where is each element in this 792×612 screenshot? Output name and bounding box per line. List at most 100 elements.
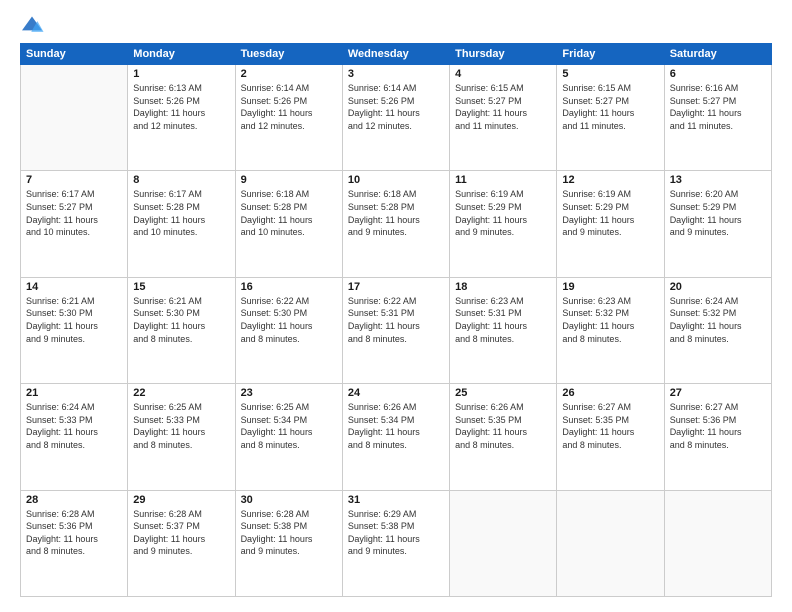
weekday-header-monday: Monday bbox=[128, 44, 235, 65]
day-info: Sunrise: 6:17 AM Sunset: 5:28 PM Dayligh… bbox=[133, 188, 229, 238]
day-info: Sunrise: 6:15 AM Sunset: 5:27 PM Dayligh… bbox=[562, 82, 658, 132]
day-number: 6 bbox=[670, 68, 766, 80]
day-info: Sunrise: 6:16 AM Sunset: 5:27 PM Dayligh… bbox=[670, 82, 766, 132]
day-info: Sunrise: 6:19 AM Sunset: 5:29 PM Dayligh… bbox=[562, 188, 658, 238]
day-info: Sunrise: 6:23 AM Sunset: 5:32 PM Dayligh… bbox=[562, 295, 658, 345]
calendar-cell: 7Sunrise: 6:17 AM Sunset: 5:27 PM Daylig… bbox=[21, 171, 128, 277]
day-info: Sunrise: 6:28 AM Sunset: 5:38 PM Dayligh… bbox=[241, 508, 337, 558]
day-info: Sunrise: 6:27 AM Sunset: 5:36 PM Dayligh… bbox=[670, 401, 766, 451]
day-number: 15 bbox=[133, 281, 229, 293]
day-number: 29 bbox=[133, 494, 229, 506]
day-info: Sunrise: 6:28 AM Sunset: 5:37 PM Dayligh… bbox=[133, 508, 229, 558]
day-number: 2 bbox=[241, 68, 337, 80]
day-number: 26 bbox=[562, 387, 658, 399]
day-number: 14 bbox=[26, 281, 122, 293]
calendar-cell: 6 Sunrise: 6:16 AM Sunset: 5:27 PM Daylig… bbox=[664, 65, 771, 171]
day-number: 23 bbox=[241, 387, 337, 399]
week-row-5: 28Sunrise: 6:28 AM Sunset: 5:36 PM Dayli… bbox=[21, 490, 772, 596]
calendar-cell: 12Sunrise: 6:19 AM Sunset: 5:29 PM Dayli… bbox=[557, 171, 664, 277]
day-info: Sunrise: 6:21 AM Sunset: 5:30 PM Dayligh… bbox=[133, 295, 229, 345]
page: SundayMondayTuesdayWednesdayThursdayFrid… bbox=[0, 0, 792, 612]
day-number: 11 bbox=[455, 174, 551, 186]
day-info: Sunrise: 6:29 AM Sunset: 5:38 PM Dayligh… bbox=[348, 508, 444, 558]
calendar-cell: 22Sunrise: 6:25 AM Sunset: 5:33 PM Dayli… bbox=[128, 384, 235, 490]
weekday-header-row: SundayMondayTuesdayWednesdayThursdayFrid… bbox=[21, 44, 772, 65]
weekday-header-saturday: Saturday bbox=[664, 44, 771, 65]
day-info: Sunrise: 6:13 AM Sunset: 5:26 PM Dayligh… bbox=[133, 82, 229, 132]
day-number: 27 bbox=[670, 387, 766, 399]
calendar-cell bbox=[557, 490, 664, 596]
calendar-cell: 17 Sunrise: 6:22 AM Sunset: 5:31 PM Dayli… bbox=[342, 277, 449, 383]
calendar-cell: 28Sunrise: 6:28 AM Sunset: 5:36 PM Dayli… bbox=[21, 490, 128, 596]
calendar-cell: 19 Sunrise: 6:23 AM Sunset: 5:32 PM Dayli… bbox=[557, 277, 664, 383]
day-info: Sunrise: 6:24 AM Sunset: 5:33 PM Dayligh… bbox=[26, 401, 122, 451]
day-number: 3 bbox=[348, 68, 444, 80]
weekday-header-tuesday: Tuesday bbox=[235, 44, 342, 65]
day-number: 16 bbox=[241, 281, 337, 293]
calendar-table: SundayMondayTuesdayWednesdayThursdayFrid… bbox=[20, 43, 772, 597]
calendar-cell: 5Sunrise: 6:15 AM Sunset: 5:27 PM Daylig… bbox=[557, 65, 664, 171]
calendar-cell: 27 Sunrise: 6:27 AM Sunset: 5:36 PM Dayli… bbox=[664, 384, 771, 490]
day-number: 9 bbox=[241, 174, 337, 186]
calendar-cell: 24 Sunrise: 6:26 AM Sunset: 5:34 PM Dayli… bbox=[342, 384, 449, 490]
day-number: 21 bbox=[26, 387, 122, 399]
logo-icon bbox=[20, 15, 44, 35]
calendar-cell: 2 Sunrise: 6:14 AM Sunset: 5:26 PM Daylig… bbox=[235, 65, 342, 171]
calendar-cell: 8 Sunrise: 6:17 AM Sunset: 5:28 PM Daylig… bbox=[128, 171, 235, 277]
weekday-header-wednesday: Wednesday bbox=[342, 44, 449, 65]
day-number: 19 bbox=[562, 281, 658, 293]
day-info: Sunrise: 6:28 AM Sunset: 5:36 PM Dayligh… bbox=[26, 508, 122, 558]
calendar-cell: 16 Sunrise: 6:22 AM Sunset: 5:30 PM Dayli… bbox=[235, 277, 342, 383]
calendar-cell: 4 Sunrise: 6:15 AM Sunset: 5:27 PM Daylig… bbox=[450, 65, 557, 171]
weekday-header-thursday: Thursday bbox=[450, 44, 557, 65]
calendar-cell bbox=[21, 65, 128, 171]
day-info: Sunrise: 6:22 AM Sunset: 5:31 PM Dayligh… bbox=[348, 295, 444, 345]
day-info: Sunrise: 6:19 AM Sunset: 5:29 PM Dayligh… bbox=[455, 188, 551, 238]
day-number: 30 bbox=[241, 494, 337, 506]
weekday-header-sunday: Sunday bbox=[21, 44, 128, 65]
weekday-header-friday: Friday bbox=[557, 44, 664, 65]
calendar-cell: 11 Sunrise: 6:19 AM Sunset: 5:29 PM Dayli… bbox=[450, 171, 557, 277]
day-info: Sunrise: 6:25 AM Sunset: 5:34 PM Dayligh… bbox=[241, 401, 337, 451]
week-row-4: 21 Sunrise: 6:24 AM Sunset: 5:33 PM Dayli… bbox=[21, 384, 772, 490]
day-number: 25 bbox=[455, 387, 551, 399]
day-info: Sunrise: 6:18 AM Sunset: 5:28 PM Dayligh… bbox=[241, 188, 337, 238]
day-info: Sunrise: 6:15 AM Sunset: 5:27 PM Dayligh… bbox=[455, 82, 551, 132]
day-number: 8 bbox=[133, 174, 229, 186]
day-info: Sunrise: 6:14 AM Sunset: 5:26 PM Dayligh… bbox=[348, 82, 444, 132]
calendar-cell: 26 Sunrise: 6:27 AM Sunset: 5:35 PM Dayli… bbox=[557, 384, 664, 490]
calendar-cell: 20 Sunrise: 6:24 AM Sunset: 5:32 PM Dayli… bbox=[664, 277, 771, 383]
calendar-cell: 18Sunrise: 6:23 AM Sunset: 5:31 PM Dayli… bbox=[450, 277, 557, 383]
day-number: 17 bbox=[348, 281, 444, 293]
day-number: 13 bbox=[670, 174, 766, 186]
calendar-cell: 14 Sunrise: 6:21 AM Sunset: 5:30 PM Dayli… bbox=[21, 277, 128, 383]
calendar-cell: 13Sunrise: 6:20 AM Sunset: 5:29 PM Dayli… bbox=[664, 171, 771, 277]
day-number: 31 bbox=[348, 494, 444, 506]
calendar-cell: 25 Sunrise: 6:26 AM Sunset: 5:35 PM Dayli… bbox=[450, 384, 557, 490]
day-info: Sunrise: 6:27 AM Sunset: 5:35 PM Dayligh… bbox=[562, 401, 658, 451]
calendar-cell: 3 Sunrise: 6:14 AM Sunset: 5:26 PM Daylig… bbox=[342, 65, 449, 171]
day-number: 10 bbox=[348, 174, 444, 186]
day-number: 1 bbox=[133, 68, 229, 80]
day-info: Sunrise: 6:26 AM Sunset: 5:35 PM Dayligh… bbox=[455, 401, 551, 451]
day-info: Sunrise: 6:25 AM Sunset: 5:33 PM Dayligh… bbox=[133, 401, 229, 451]
day-number: 18 bbox=[455, 281, 551, 293]
day-number: 24 bbox=[348, 387, 444, 399]
day-info: Sunrise: 6:22 AM Sunset: 5:30 PM Dayligh… bbox=[241, 295, 337, 345]
week-row-1: 1 Sunrise: 6:13 AM Sunset: 5:26 PM Daylig… bbox=[21, 65, 772, 171]
calendar-cell: 10 Sunrise: 6:18 AM Sunset: 5:28 PM Dayli… bbox=[342, 171, 449, 277]
calendar-cell: 9 Sunrise: 6:18 AM Sunset: 5:28 PM Daylig… bbox=[235, 171, 342, 277]
logo bbox=[20, 15, 48, 35]
calendar-cell: 1 Sunrise: 6:13 AM Sunset: 5:26 PM Daylig… bbox=[128, 65, 235, 171]
calendar-cell: 30 Sunrise: 6:28 AM Sunset: 5:38 PM Dayli… bbox=[235, 490, 342, 596]
calendar-cell: 31 Sunrise: 6:29 AM Sunset: 5:38 PM Dayli… bbox=[342, 490, 449, 596]
header bbox=[20, 15, 772, 35]
day-info: Sunrise: 6:14 AM Sunset: 5:26 PM Dayligh… bbox=[241, 82, 337, 132]
day-number: 20 bbox=[670, 281, 766, 293]
calendar-cell: 15 Sunrise: 6:21 AM Sunset: 5:30 PM Dayli… bbox=[128, 277, 235, 383]
day-info: Sunrise: 6:24 AM Sunset: 5:32 PM Dayligh… bbox=[670, 295, 766, 345]
day-info: Sunrise: 6:26 AM Sunset: 5:34 PM Dayligh… bbox=[348, 401, 444, 451]
day-info: Sunrise: 6:21 AM Sunset: 5:30 PM Dayligh… bbox=[26, 295, 122, 345]
day-number: 4 bbox=[455, 68, 551, 80]
day-info: Sunrise: 6:18 AM Sunset: 5:28 PM Dayligh… bbox=[348, 188, 444, 238]
